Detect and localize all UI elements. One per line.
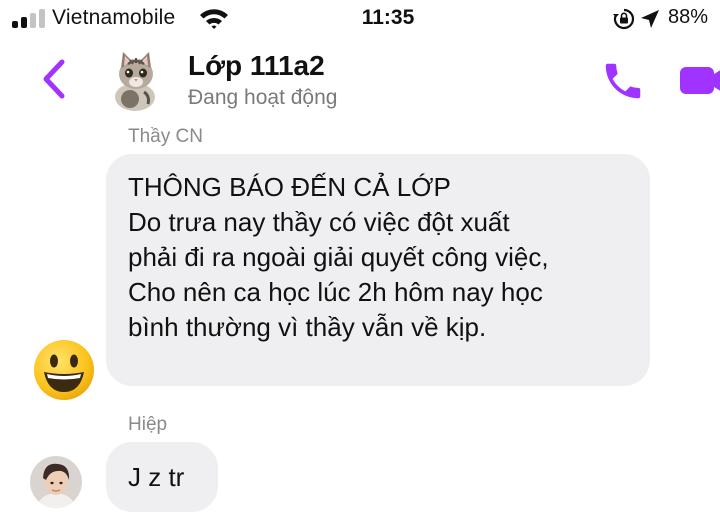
chat-title: Lớp 111a2 xyxy=(188,50,325,81)
back-chevron-icon[interactable] xyxy=(36,58,70,100)
sender-name: Thầy CN xyxy=(128,126,203,147)
status-bar: Vietnamobile 11:35 88% xyxy=(0,0,720,40)
phone-icon[interactable] xyxy=(600,58,646,104)
sender-name: Hiệp xyxy=(128,414,168,435)
video-call-icon[interactable] xyxy=(676,60,720,100)
rotation-lock-icon xyxy=(613,8,635,30)
active-status: Đang hoạt động xyxy=(188,86,338,109)
status-time: 11:35 xyxy=(361,6,415,29)
message-bubble[interactable]: THÔNG BÁO ĐẾN CẢ LỚP Do trưa nay thầy có… xyxy=(106,154,650,386)
message-line: THÔNG BÁO ĐẾN CẢ LỚP xyxy=(128,172,451,202)
carrier-name: Vietnamobile xyxy=(52,6,176,29)
message-line: phải đi ra ngoài giải quyết công việc, xyxy=(128,242,549,272)
battery-percent: 88% xyxy=(668,6,709,28)
cat-avatar[interactable] xyxy=(108,48,164,112)
message-line: Cho nên ca học lúc 2h hôm nay học xyxy=(128,277,543,307)
location-icon xyxy=(641,10,659,28)
message-line: Do trưa nay thầy có việc đột xuất xyxy=(128,207,510,237)
message-bubble[interactable]: J z tr xyxy=(106,442,218,512)
chat-header: Lớp 111a2 Đang hoạt động xyxy=(0,40,720,120)
grinning-face-emoji[interactable] xyxy=(30,336,98,404)
wifi-icon xyxy=(200,9,228,29)
user-photo-avatar[interactable] xyxy=(30,456,82,508)
signal-icon xyxy=(12,8,48,28)
message-line: bình thường vì thầy vẫn về kịp. xyxy=(128,312,487,342)
